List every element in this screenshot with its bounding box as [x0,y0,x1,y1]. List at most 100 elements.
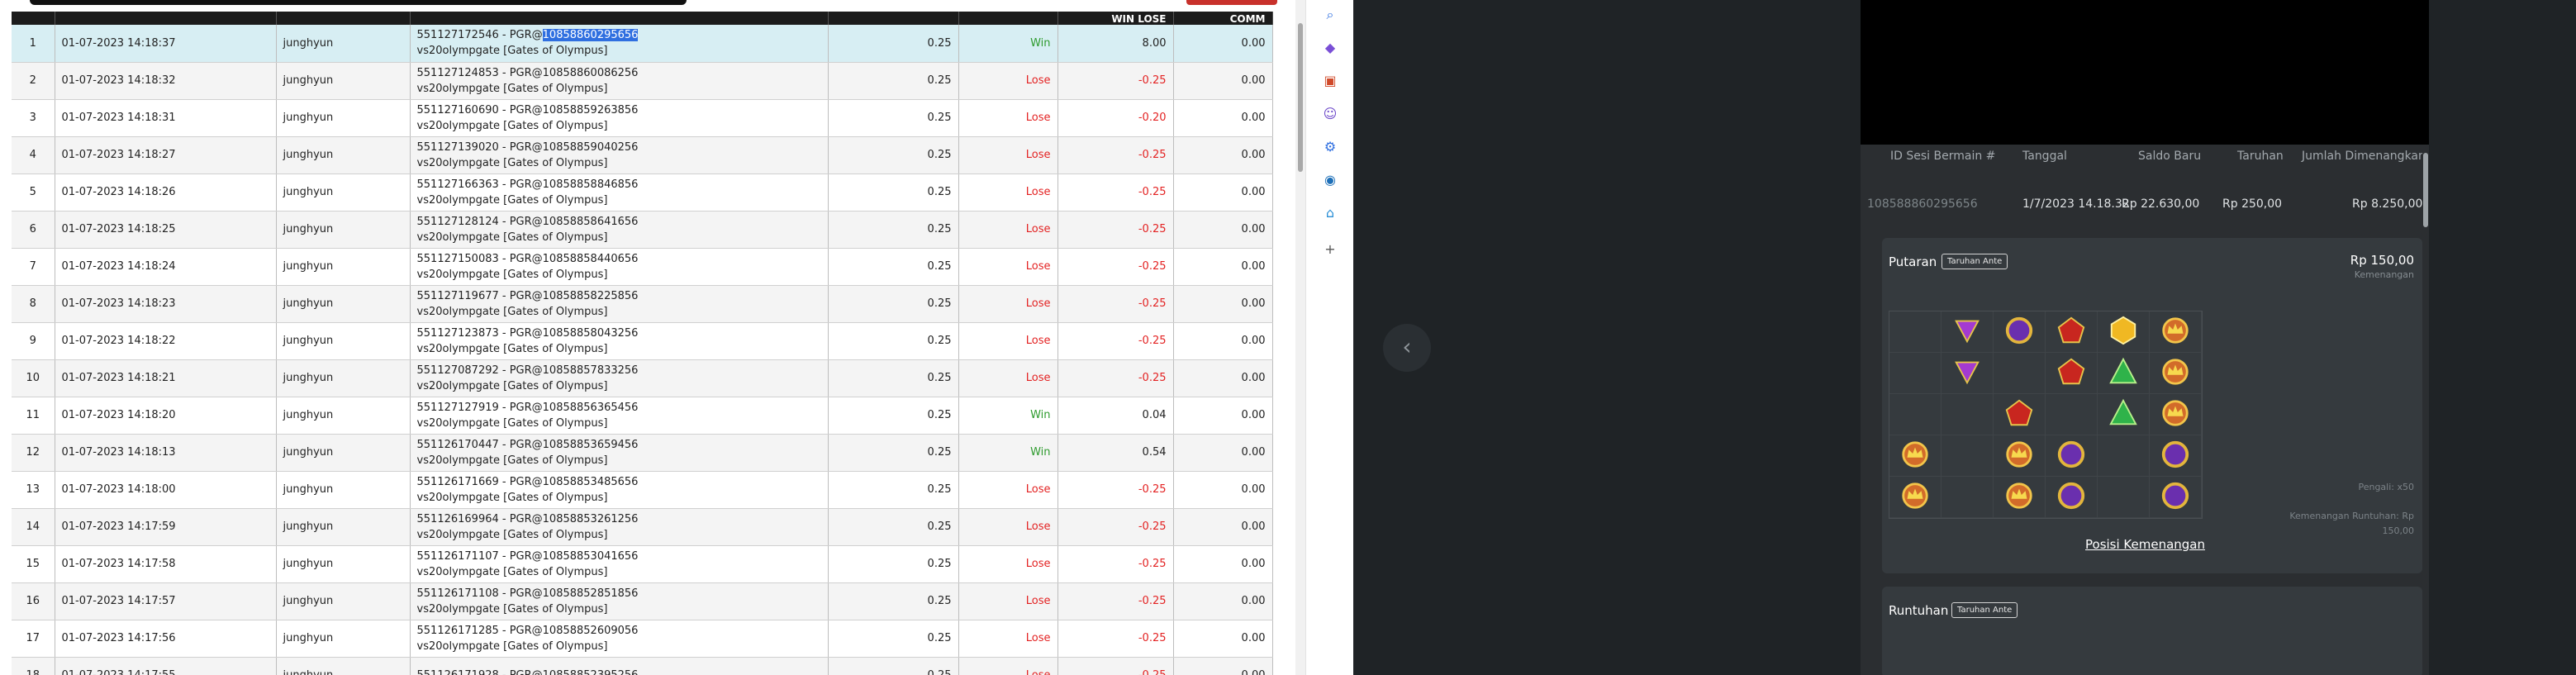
spin-title: Putaran [1889,254,1937,269]
row-user: junghyun [276,248,411,286]
tag-icon[interactable]: ◆ [1322,40,1338,56]
table-row[interactable]: 3 01-07-2023 14:18:31 junghyun 551127160690… [12,99,1273,137]
history-row[interactable]: 108588860295656 1/7/2023 14.18.32 Rp 22.… [1861,184,2429,224]
reel-cell [2046,435,2098,477]
game-panel-scrollbar-thumb[interactable] [2423,153,2428,227]
row-status: Lose [958,136,1058,174]
settings-icon[interactable]: ⚙ [1322,139,1338,155]
browser-side-rail: ⌕ ◆ ▣ ☺ ⚙ ◉ ⌂ + [1305,0,1353,675]
table-row[interactable]: 10 01-07-2023 14:18:21 junghyun 55112708729… [12,359,1273,397]
header-win-lose[interactable]: WIN LOSE [1057,12,1174,25]
reel-cell [2150,311,2202,353]
reel-cell [2098,394,2150,435]
table-row[interactable]: 4 01-07-2023 14:18:27 junghyun 551127139020… [12,136,1273,174]
game-name: vs20olympgate [Gates of Olympus] [416,119,608,132]
table-row[interactable]: 9 01-07-2023 14:18:22 junghyun 551127123873… [12,322,1273,360]
plus-icon[interactable]: + [1322,241,1338,258]
gold-ring-symbol-icon [2056,480,2087,515]
toolbar-action-button[interactable] [1186,0,1277,5]
row-transaction: 551127128124 - PGR@10858858641656 vs20oly… [410,211,829,249]
row-balance: Rp 22.630,00 [2122,197,2200,211]
report-scrollbar[interactable] [1295,0,1305,675]
game-name: vs20olympgate [Gates of Olympus] [416,231,608,244]
right-background [2429,0,2576,675]
table-row[interactable]: 11 01-07-2023 14:18:20 junghyun 55112712791… [12,397,1273,435]
row-transaction: 551127160690 - PGR@10858859263856 vs20oly… [410,99,829,137]
header-no[interactable] [12,12,55,25]
header-session-id: ID Sesi Bermain # [1890,150,1996,163]
table-row[interactable]: 6 01-07-2023 14:18:25 junghyun 551127128124… [12,211,1273,249]
row-bet: 0.25 [828,322,959,360]
table-row[interactable]: 1 01-07-2023 14:18:37 junghyun 551127172546… [12,25,1273,63]
row-bet: 0.25 [828,397,959,435]
outlook-icon[interactable]: ◉ [1322,172,1338,188]
row-transaction: 551127127919 - PGR@10858856365456 vs20oly… [410,397,829,435]
header-date[interactable] [55,12,277,25]
row-number: 13 [12,471,55,509]
row-status: Win [958,434,1058,472]
row-user: junghyun [276,508,411,546]
table-row[interactable]: 17 01-07-2023 14:17:56 junghyun 55112617128… [12,620,1273,658]
row-user: junghyun [276,174,411,212]
row-user: junghyun [276,25,411,63]
win-positions-link[interactable]: Posisi Kemenangan [2085,537,2205,552]
gold-ring-symbol-icon [2160,439,2191,473]
reel-cell [1942,477,1994,518]
row-date: 01-07-2023 14:18:32 [55,62,277,100]
transaction-id: 551126171285 - PGR@10858852609056 [416,624,639,637]
purple-tri-symbol-icon [1951,356,1983,391]
gold-ring-symbol-icon [2003,315,2035,349]
row-status: Lose [958,62,1058,100]
table-row[interactable]: 13 01-07-2023 14:18:00 junghyun 55112617166… [12,471,1273,509]
spin-win-amount: Rp 150,00 [2350,253,2414,268]
ante-bet-badge: Taruhan Ante [1951,602,2018,618]
header-user[interactable] [276,12,411,25]
row-comm: 0.00 [1173,285,1273,323]
search-icon[interactable]: ⌕ [1322,7,1338,23]
row-status: Win [958,25,1058,63]
row-user: junghyun [276,657,411,675]
report-scrollbar-thumb[interactable] [1298,23,1303,172]
table-header: WIN LOSE COMM [12,12,1273,25]
header-status[interactable] [958,12,1058,25]
table-row[interactable]: 7 01-07-2023 14:18:24 junghyun 551127150083… [12,248,1273,286]
toolbox-icon[interactable]: ▣ [1322,73,1338,89]
row-transaction: 551127172546 - PGR@10858860295656 vs20oly… [410,25,829,63]
reel-cell [1942,353,1994,394]
row-comm: 0.00 [1173,359,1273,397]
header-transaction[interactable] [410,12,829,25]
table-row[interactable]: 2 01-07-2023 14:18:32 junghyun 551127124853… [12,62,1273,100]
cart-icon[interactable]: ⌂ [1322,205,1338,221]
table-row[interactable]: 14 01-07-2023 14:17:59 junghyun 55112616996… [12,508,1273,546]
table-row[interactable]: 8 01-07-2023 14:18:23 junghyun 551127119677… [12,285,1273,323]
header-comm[interactable]: COMM [1173,12,1273,25]
header-bet[interactable] [828,12,959,25]
transaction-id-selection[interactable]: 10858860295656 [542,29,639,42]
crown-symbol-icon [2160,356,2191,391]
toolbar-filter-bar[interactable] [30,0,687,5]
reel-cell [1889,394,1942,435]
row-comm: 0.00 [1173,620,1273,658]
people-icon[interactable]: ☺ [1322,106,1338,122]
table-row[interactable]: 1801-07-2023 14:17:55junghyun 55112617192… [12,657,1273,675]
prev-arrow-button[interactable]: ‹ [1383,324,1431,372]
row-date: 01-07-2023 14:18:31 [55,99,277,137]
row-win-lose: -0.25 [1057,657,1174,675]
table-row[interactable]: 15 01-07-2023 14:17:58 junghyun 55112617110… [12,545,1273,583]
table-row[interactable]: 12 01-07-2023 14:18:13 junghyun 55112617044… [12,434,1273,472]
row-bet: Rp 250,00 [2222,197,2283,211]
row-date: 1/7/2023 14.18.32 [2022,197,2130,211]
background-page: ‹ [1353,0,1861,675]
reel-cell [1889,435,1942,477]
row-comm: 0.00 [1173,62,1273,100]
transaction-id: 551126171928 - PGR@10858852395256 [417,669,639,675]
game-panel-scrollbar[interactable] [2422,145,2429,675]
row-status: Lose [958,545,1058,583]
gold-ring-symbol-icon [2056,439,2087,473]
table-row[interactable]: 16 01-07-2023 14:17:57 junghyun 55112617110… [12,582,1273,620]
row-comm: 0.00 [1173,657,1273,675]
game-name: vs20olympgate [Gates of Olympus] [416,528,608,541]
table-row[interactable]: 5 01-07-2023 14:18:26 junghyun 551127166363… [12,174,1273,212]
row-comm: 0.00 [1173,248,1273,286]
row-bet: 0.25 [828,99,959,137]
